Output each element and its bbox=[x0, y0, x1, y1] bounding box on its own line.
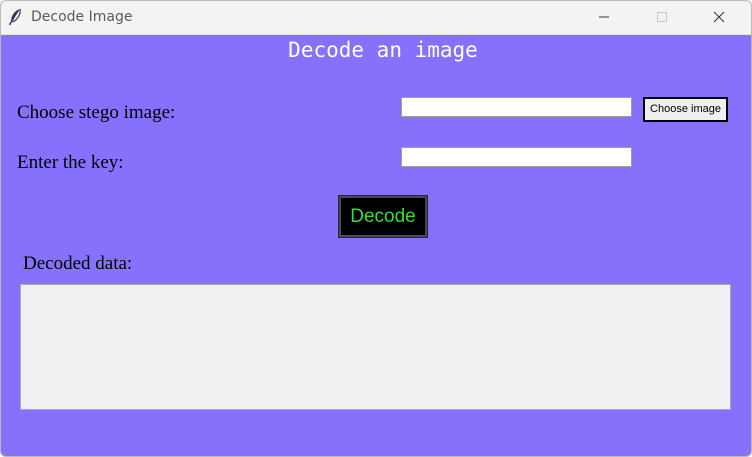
app-window: Decode Image Decode an image Choose steg… bbox=[0, 0, 752, 457]
decoded-data-textbox[interactable] bbox=[20, 284, 731, 410]
minimize-button[interactable] bbox=[581, 1, 627, 34]
page-title: Decode an image bbox=[288, 38, 478, 62]
decode-button[interactable]: Decode bbox=[338, 195, 428, 238]
window-title: Decode Image bbox=[31, 9, 133, 25]
key-input[interactable] bbox=[401, 147, 632, 167]
title-bar[interactable]: Decode Image bbox=[1, 1, 751, 35]
feather-icon bbox=[8, 8, 24, 26]
choose-image-button[interactable]: Choose image bbox=[643, 97, 728, 122]
image-path-input[interactable] bbox=[401, 97, 632, 117]
close-button[interactable] bbox=[696, 1, 742, 34]
key-label: Enter the key: bbox=[17, 152, 124, 173]
decode-form: Decode an image Choose stego image: Choo… bbox=[1, 35, 751, 456]
choose-image-label: Choose stego image: bbox=[17, 102, 176, 123]
decoded-data-label: Decoded data: bbox=[23, 253, 133, 274]
maximize-button[interactable] bbox=[639, 1, 685, 34]
